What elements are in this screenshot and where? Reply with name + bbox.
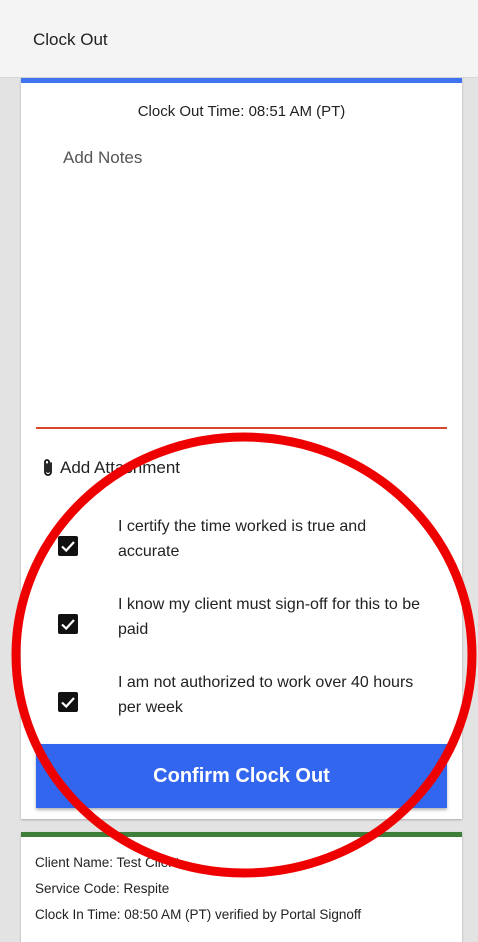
service-code: Service Code: Respite — [35, 881, 170, 896]
client-signoff-label: I know my client must sign-off for this … — [118, 596, 421, 638]
certify-true-accurate-row: I certify the time worked is true and ac… — [21, 514, 462, 570]
confirm-clock-out-button[interactable]: Confirm Clock Out — [36, 744, 447, 808]
client-signoff-checkbox[interactable] — [58, 614, 78, 634]
add-attachment-button[interactable]: Add Attachment — [41, 456, 180, 480]
client-info-card: Client Name: Test Client Service Code: R… — [21, 832, 462, 942]
client-signoff-row: I know my client must sign-off for this … — [21, 592, 462, 648]
clock-out-time: Clock Out Time: 08:51 AM (PT) — [137, 103, 346, 120]
clock-in-time: Clock In Time: 08:50 AM (PT) verified by… — [35, 907, 362, 922]
clock-out-card: Clock Out Time: 08:51 AM (PT) Add Attach… — [21, 78, 462, 819]
certify-true-accurate-checkbox[interactable] — [58, 536, 78, 556]
app-header: Clock Out — [0, 0, 478, 78]
checkmark-icon — [61, 541, 75, 553]
notes-input[interactable] — [36, 143, 447, 429]
overtime-checkbox[interactable] — [58, 692, 78, 712]
client-name: Client Name: Test Client — [35, 855, 180, 870]
add-attachment-label: Add Attachment — [60, 458, 181, 477]
checkmark-icon — [61, 619, 75, 631]
paperclip-icon — [41, 458, 55, 478]
overtime-label: I am not authorized to work over 40 hour… — [118, 674, 414, 716]
page-title: Clock Out — [33, 30, 108, 49]
checkmark-icon — [61, 697, 75, 709]
certify-true-accurate-label: I certify the time worked is true and ac… — [118, 518, 367, 560]
overtime-row: I am not authorized to work over 40 hour… — [21, 670, 462, 726]
